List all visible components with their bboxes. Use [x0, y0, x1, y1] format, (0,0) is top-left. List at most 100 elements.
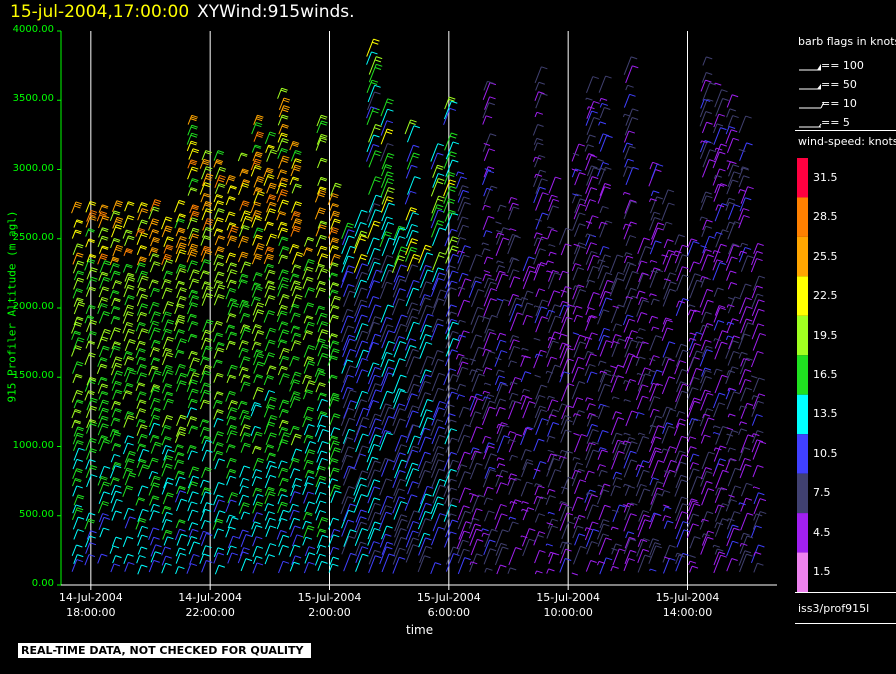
barb-staff: [418, 503, 427, 521]
wind-barb: [445, 437, 458, 453]
barb-tick: [294, 160, 302, 164]
barb-tick: [116, 216, 124, 220]
barb-tick: [192, 359, 200, 363]
barb-tick: [230, 235, 238, 239]
wind-barb: [368, 63, 383, 83]
wind-barb: [149, 261, 161, 273]
barb-tick: [410, 249, 417, 253]
barb-tick: [349, 365, 357, 369]
barb-tick: [269, 269, 276, 273]
barb-tick: [231, 407, 238, 411]
barb-tick: [206, 345, 213, 349]
barb-staff: [278, 545, 284, 556]
barb-tick: [484, 248, 491, 252]
wind-barb: [419, 436, 432, 453]
barb-tick: [126, 485, 134, 489]
barb-staff: [456, 435, 465, 454]
barb-tick: [332, 442, 340, 446]
barb-tick: [374, 413, 381, 417]
barb-tick: [282, 331, 289, 335]
barb-staff: [367, 220, 375, 239]
barb-tick: [254, 521, 261, 525]
wind-barb: [278, 467, 289, 478]
barb-tick: [103, 481, 111, 485]
barb-staff: [392, 557, 400, 574]
barb-tick: [400, 323, 407, 327]
barb-tick: [411, 164, 418, 168]
wind-barb: [445, 141, 460, 160]
barb-tick: [269, 131, 277, 135]
barb-staff: [341, 536, 350, 555]
wind-barb: [496, 463, 506, 469]
barb-tick: [116, 356, 123, 360]
barb-tick: [256, 134, 263, 138]
barb-tick: [152, 322, 159, 326]
wind-barb: [264, 444, 275, 453]
wind-barb: [494, 503, 507, 520]
wind-barb: [213, 418, 224, 428]
barb-tick: [151, 459, 159, 463]
barb-tick: [254, 257, 262, 261]
wind-barb: [213, 391, 224, 400]
barb-staff: [380, 304, 389, 323]
barb-staff: [405, 530, 414, 548]
barb-tick: [320, 450, 328, 454]
barb-tick: [102, 288, 109, 292]
wind-barb: [124, 435, 134, 444]
barb-tick: [192, 280, 199, 284]
wind-barb: [329, 237, 340, 247]
wind-barb: [445, 321, 459, 340]
barb-tick: [115, 248, 122, 252]
barb-tick: [282, 277, 289, 280]
wind-barb: [329, 305, 340, 314]
barb-tick: [255, 433, 263, 437]
wind-barb: [123, 367, 134, 377]
wind-barb: [342, 365, 357, 383]
barb-tick: [295, 164, 302, 168]
barb-tick: [295, 150, 302, 153]
barb-tick: [437, 173, 445, 177]
barb-tick: [77, 277, 85, 281]
barb-tick: [254, 212, 261, 216]
barb-tick: [254, 166, 261, 170]
barb-tick: [268, 404, 276, 408]
barb-staff: [392, 496, 400, 514]
wind-barb: [84, 554, 96, 566]
barb-tick: [180, 374, 187, 378]
barb-tick: [228, 392, 236, 396]
barb-tick: [218, 208, 225, 212]
barb-tick: [332, 193, 339, 197]
wind-barb: [456, 237, 467, 245]
barb-tick: [362, 330, 369, 334]
barb-tick: [114, 270, 121, 274]
barb-staff: [111, 510, 117, 521]
barb-tick: [281, 229, 288, 233]
barb-tick: [203, 384, 211, 388]
barb-tick: [452, 374, 459, 378]
barb-tick: [126, 536, 134, 540]
barb-staff: [481, 528, 484, 531]
barb-tick: [180, 242, 187, 246]
barb-staff: [430, 143, 439, 162]
barb-staff: [366, 280, 375, 299]
barb-tick: [115, 372, 123, 376]
barb-tick: [348, 446, 355, 450]
wind-barb: [392, 388, 406, 403]
wind-barb: [456, 464, 468, 477]
wind-barb: [214, 235, 226, 246]
barb-tick: [322, 534, 329, 538]
wind-barb: [328, 314, 339, 325]
barb-tick: [411, 246, 418, 250]
barb-tick: [166, 225, 173, 229]
barb-tick: [100, 304, 108, 308]
wind-barb: [407, 176, 421, 195]
barb-staff: [419, 269, 428, 289]
barb-staff: [150, 544, 157, 557]
barb-tick: [334, 484, 341, 488]
wind-barb: [135, 348, 146, 359]
barb-staff: [213, 528, 219, 539]
barb-tick: [498, 265, 506, 268]
barb-tick: [216, 520, 223, 524]
wind-barb: [163, 244, 174, 254]
wind-barb: [289, 544, 301, 557]
